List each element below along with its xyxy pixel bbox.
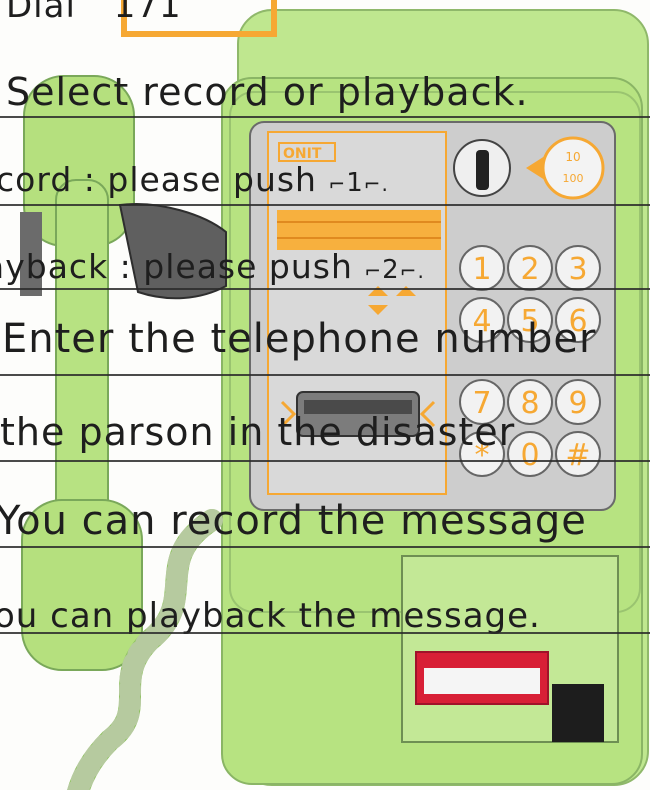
rule-6	[0, 546, 650, 548]
playback-message-line: ou can playback the message.	[0, 596, 541, 636]
playback-number: 2	[382, 255, 400, 285]
keypad-key-label: 8	[520, 386, 539, 421]
rule-3	[0, 288, 650, 290]
keypad-key-label: 1	[472, 252, 491, 287]
record-message-line: You can record the message	[0, 498, 587, 544]
record-line: cord : please push ⌐1⌐.	[0, 160, 389, 199]
card-slot-box	[401, 555, 619, 743]
playback-prefix: ayback : please push	[0, 247, 353, 286]
rule-1	[0, 116, 650, 118]
header-line: Dial 171	[6, 0, 182, 26]
playback-line: ayback : please push ⌐2⌐.	[0, 247, 425, 286]
header-number: 171	[113, 0, 182, 26]
select-line: Select record or playback.	[6, 70, 529, 114]
enter-line-2: the parson in the disaster	[0, 410, 516, 454]
keypad-key-label: 9	[568, 386, 587, 421]
keypad-key-label: #	[565, 438, 590, 473]
svg-text:10: 10	[565, 150, 580, 164]
rule-5	[0, 460, 650, 462]
record-prefix: cord : please push	[0, 160, 317, 199]
rule-7	[0, 632, 650, 634]
header-prefix: Dial	[6, 0, 76, 26]
keypad-key-label: 0	[520, 438, 539, 473]
payphone-illustration: ONIT 10 100 1 2 34 5 67 8 9* 0 #	[20, 0, 649, 790]
enter-line-1: Enter the telephone number	[2, 316, 597, 362]
rule-2	[0, 204, 650, 206]
record-number: 1	[346, 168, 364, 198]
coin-indicator	[541, 136, 605, 200]
svg-text:100: 100	[563, 172, 584, 185]
rule-4	[0, 374, 650, 376]
keypad-key-label: 3	[568, 252, 587, 287]
drawing-scene: ONIT 10 100 1 2 3 4 5 6 7 8 9 * 0 # Dial…	[0, 0, 650, 790]
keypad-key-label: 2	[520, 252, 539, 287]
